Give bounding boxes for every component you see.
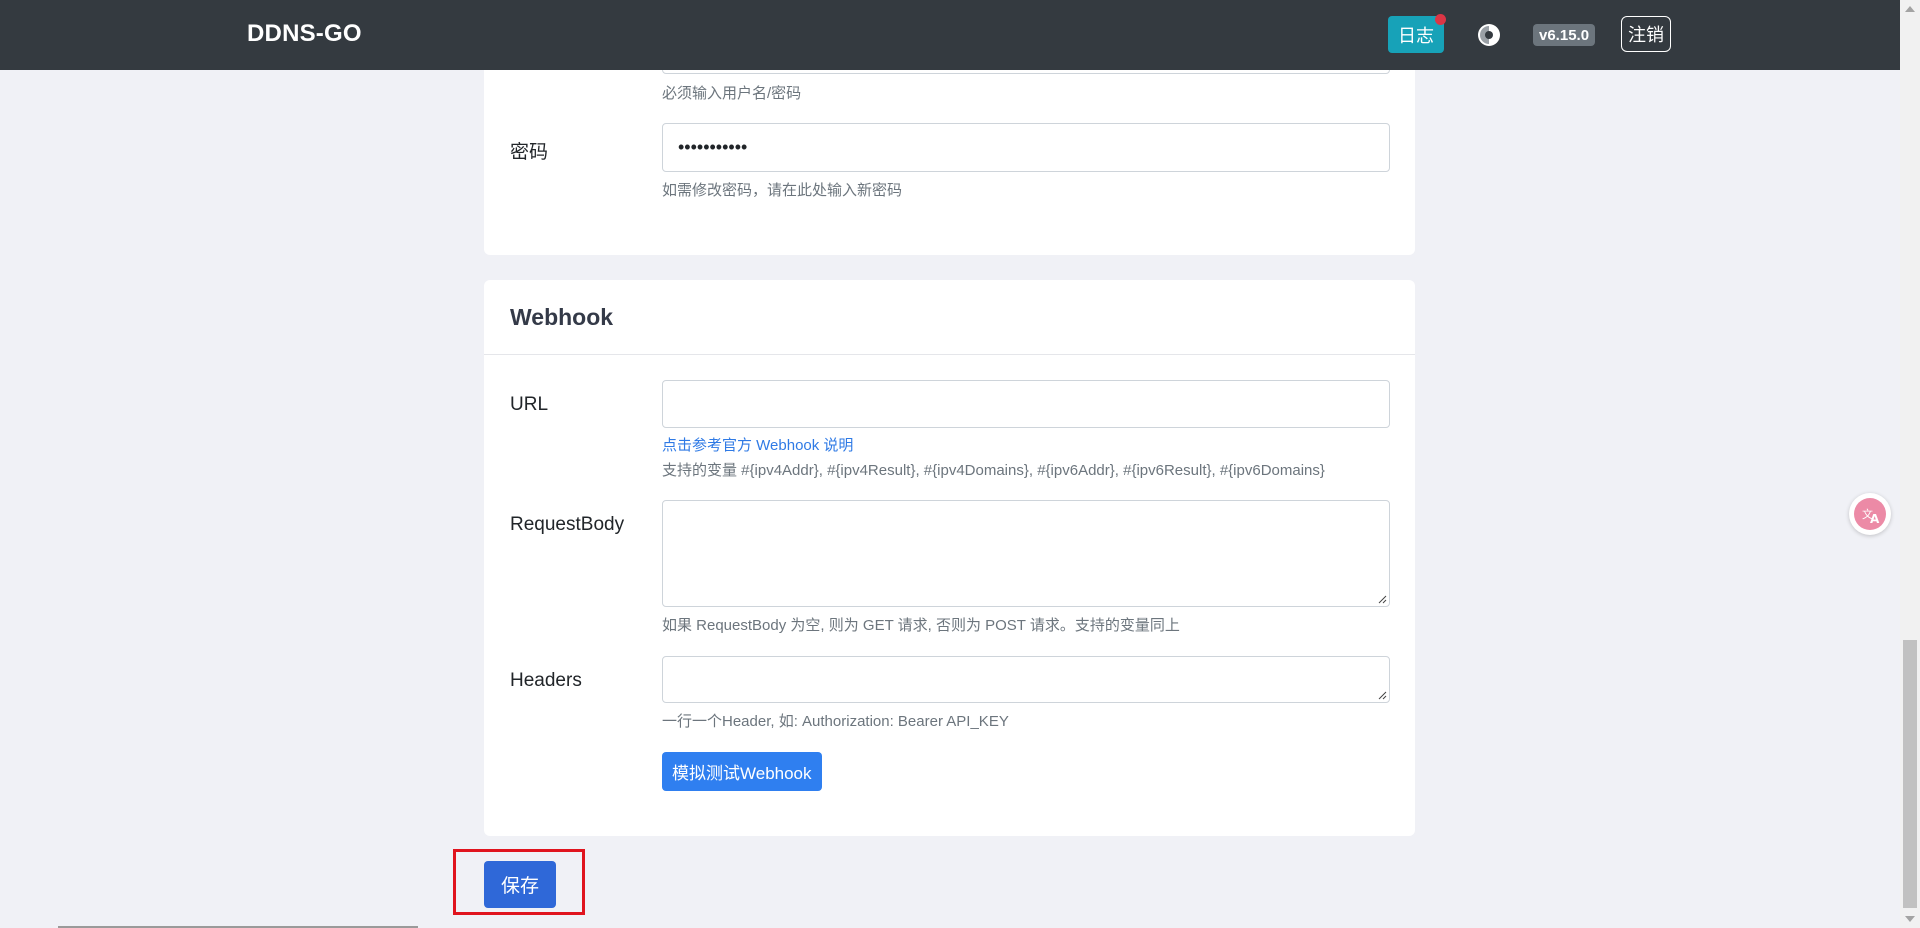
scroll-down-arrow-icon[interactable] xyxy=(1905,916,1915,922)
password-help-text: 如需修改密码，请在此处输入新密码 xyxy=(662,182,903,199)
svg-text:A: A xyxy=(1870,512,1880,526)
log-button[interactable]: 日志 xyxy=(1388,14,1446,53)
log-button-label: 日志 xyxy=(1398,25,1434,46)
username-help-text: 必须输入用户名/密码 xyxy=(662,85,802,102)
notification-dot xyxy=(1435,14,1446,25)
theme-toggle-icon[interactable] xyxy=(1476,22,1502,48)
scrollbar-thumb[interactable] xyxy=(1903,640,1917,908)
logout-button[interactable]: 注销 xyxy=(1621,16,1671,52)
brand-logo-text[interactable]: DDNS-GO xyxy=(247,20,362,48)
scroll-up-arrow-icon[interactable] xyxy=(1905,6,1915,12)
password-input[interactable]: ••••••••••• xyxy=(662,123,1390,172)
translate-icon: 文 A xyxy=(1854,498,1886,530)
url-label: URL xyxy=(510,394,549,415)
headers-label: Headers xyxy=(510,670,582,691)
headers-help: 一行一个Header, 如: Authorization: Bearer API… xyxy=(662,713,1009,730)
password-label: 密码 xyxy=(510,142,549,163)
request-body-help: 如果 RequestBody 为空, 则为 GET 请求, 否则为 POST 请… xyxy=(662,617,1180,634)
test-webhook-button[interactable]: 模拟测试Webhook xyxy=(662,752,822,791)
webhook-card: Webhook URL 点击参考官方 Webhook 说明 支持的变量 #{ip… xyxy=(484,280,1415,836)
headers-textarea[interactable] xyxy=(662,656,1390,703)
version-badge: v6.15.0 xyxy=(1533,24,1596,46)
webhook-url-input[interactable] xyxy=(662,380,1390,428)
resize-handle-icon[interactable] xyxy=(1377,690,1387,700)
password-value: ••••••••••• xyxy=(678,137,748,157)
request-body-label: RequestBody xyxy=(510,514,625,535)
request-body-textarea[interactable] xyxy=(662,500,1390,607)
vertical-scrollbar[interactable] xyxy=(1900,0,1920,928)
url-variables-help: 支持的变量 #{ipv4Addr}, #{ipv4Result}, #{ipv4… xyxy=(662,462,1325,479)
webhook-doc-link[interactable]: 点击参考官方 Webhook 说明 xyxy=(662,434,853,455)
save-button[interactable]: 保存 xyxy=(484,861,556,908)
webhook-card-title: Webhook xyxy=(484,280,1415,355)
top-navbar: DDNS-GO 日志 v6.15.0 注销 xyxy=(0,0,1900,70)
resize-handle-icon[interactable] xyxy=(1377,594,1387,604)
translate-float-button[interactable]: 文 A xyxy=(1849,493,1891,535)
